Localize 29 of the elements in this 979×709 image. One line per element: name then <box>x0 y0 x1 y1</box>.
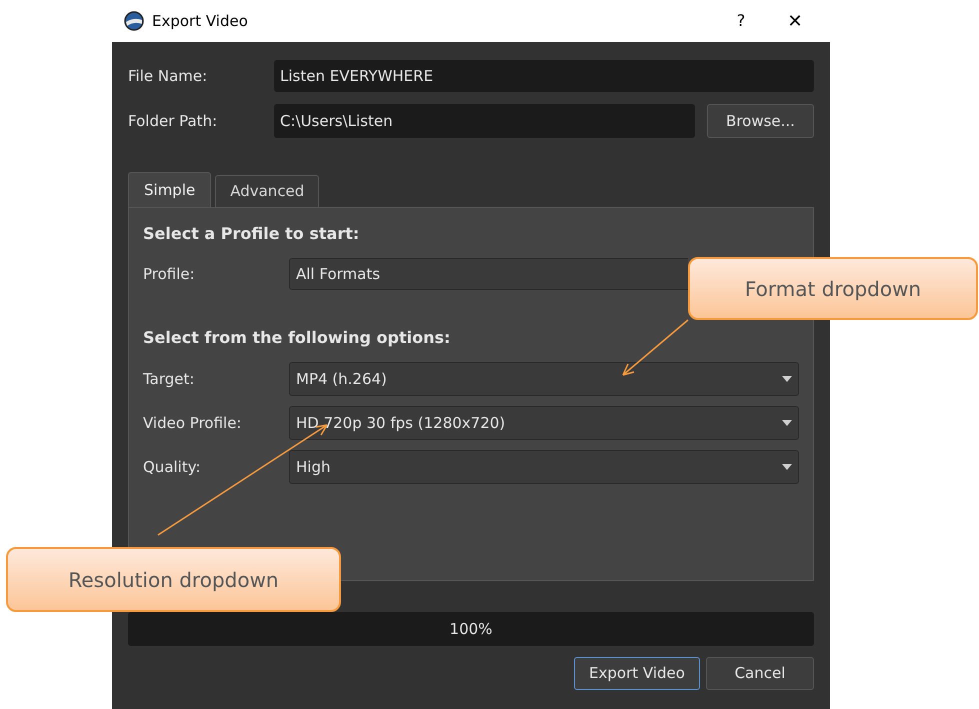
field-label: Profile: <box>143 264 196 285</box>
dropdown-arrow-icon <box>782 376 792 382</box>
callout: Resolution dropdown <box>6 547 341 612</box>
field-label: Quality: <box>143 456 202 478</box>
tab[interactable]: Simple <box>128 172 212 207</box>
field-label: Video Profile: <box>143 412 242 434</box>
dropdown-arrow-icon <box>782 420 792 426</box>
close-button[interactable]: ✕ <box>772 5 818 37</box>
dropdown-arrow-icon <box>782 464 792 470</box>
folder-path-field[interactable]: C:\Users\Listen <box>274 104 695 138</box>
file-name-field[interactable]: Listen EVERYWHERE <box>274 60 814 92</box>
select-dropdown[interactable]: HD 720p 30 fps (1280x720) <box>289 406 799 440</box>
section-heading: Select from the following options: <box>143 327 452 349</box>
field-label: Folder Path: <box>128 110 218 132</box>
select-dropdown[interactable]: MP4 (h.264) <box>289 362 799 396</box>
field-label: File Name: <box>128 66 208 87</box>
browse-button[interactable]: Browse... <box>707 104 814 138</box>
help-button[interactable]: ? <box>718 5 764 37</box>
app-logo-icon <box>124 11 144 31</box>
window-title: Export Video <box>152 10 248 32</box>
section-heading: Select a Profile to start: <box>143 223 360 245</box>
field-label: Target: <box>143 368 196 390</box>
tab[interactable]: Advanced <box>215 175 320 207</box>
progress-text: 100% <box>450 618 492 640</box>
callout: Format dropdown <box>688 257 978 320</box>
select-dropdown[interactable]: High <box>289 450 799 484</box>
dialog-button[interactable]: Export Video <box>574 657 700 690</box>
dialog-button[interactable]: Cancel <box>706 657 814 690</box>
profile-dropdown[interactable]: All Formats <box>289 258 688 290</box>
